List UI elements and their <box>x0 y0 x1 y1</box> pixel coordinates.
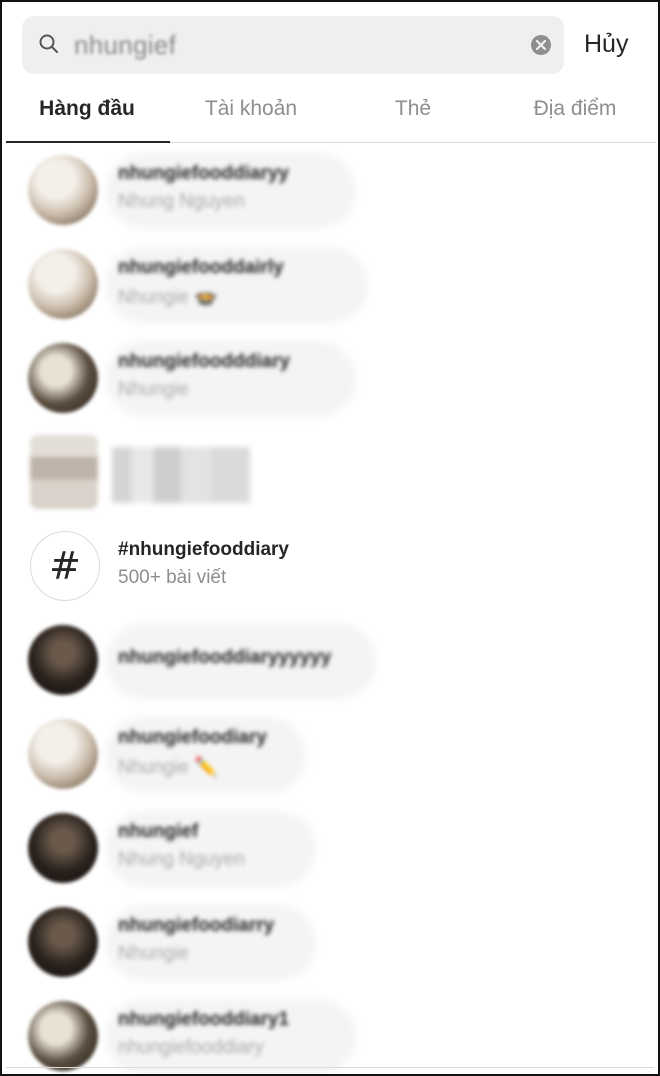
username: nhungiefoodddiary <box>118 351 291 372</box>
result-row[interactable]: nhungiefoodiary Nhungie ✏️ <box>2 707 658 801</box>
screen-frame: nhungief Hủy Hàng đầu Tài khoản Thẻ Địa … <box>0 0 660 1076</box>
hashtag-icon: # <box>30 531 100 601</box>
tab-label: Địa điểm <box>533 97 617 120</box>
avatar <box>28 155 98 225</box>
cancel-button[interactable]: Hủy <box>584 30 628 59</box>
search-input[interactable]: nhungief <box>22 16 564 74</box>
username: nhungief <box>118 821 199 842</box>
bottom-divider <box>6 1067 654 1068</box>
tab-label: Thẻ <box>394 97 432 120</box>
search-icon <box>38 33 60 55</box>
search-query-text: nhungief <box>74 30 177 60</box>
tab-places[interactable]: Địa điểm <box>494 88 656 142</box>
avatar <box>28 249 98 319</box>
result-row[interactable]: nhungiefooddiary1 nhungiefooddiary <box>2 989 658 1074</box>
tab-label: Tài khoản <box>204 97 298 120</box>
display-name: Nhung Nguyen <box>118 191 245 212</box>
tab-bar: Hàng đầu Tài khoản Thẻ Địa điểm <box>6 88 656 143</box>
search-bar: nhungief Hủy <box>2 2 658 88</box>
hashtag-row[interactable]: # #nhungiefooddiary 500+ bài viết <box>2 519 658 613</box>
username: nhungiefooddiaryy <box>118 163 289 184</box>
post-count: 500+ bài viết <box>118 567 227 588</box>
avatar <box>28 625 98 695</box>
tab-accounts[interactable]: Tài khoản <box>170 88 332 142</box>
avatar <box>28 813 98 883</box>
result-row[interactable]: nhungiefooddiaryy Nhung Nguyen <box>2 143 658 237</box>
result-row[interactable]: nhungiefoodddiary Nhungie <box>2 331 658 425</box>
avatar <box>28 1001 98 1071</box>
display-name: Nhungie <box>118 943 189 964</box>
result-row[interactable] <box>2 425 658 519</box>
clear-icon[interactable] <box>530 34 552 56</box>
username: nhungiefooddiaryyyyyy <box>118 647 332 668</box>
display-name: Nhungie ✏️ <box>118 757 218 778</box>
result-row[interactable]: nhungiefooddairly Nhungie 🍲 <box>2 237 658 331</box>
username: nhungiefoodiary <box>118 727 267 748</box>
tab-label: Hàng đầu <box>39 97 135 120</box>
result-row[interactable]: nhungief Nhung Nguyen <box>2 801 658 895</box>
result-row[interactable]: nhungiefoodiarry Nhungie <box>2 895 658 989</box>
avatar <box>30 435 98 509</box>
search-results-list: nhungiefooddiaryy Nhung Nguyen nhungiefo… <box>2 143 658 1074</box>
avatar <box>28 343 98 413</box>
display-name: Nhungie <box>118 379 189 400</box>
avatar <box>28 719 98 789</box>
avatar <box>28 907 98 977</box>
result-row[interactable]: nhungiefooddiaryyyyyy <box>2 613 658 707</box>
display-name: nhungiefooddiary <box>118 1037 264 1058</box>
display-name: Nhung Nguyen <box>118 849 245 870</box>
username: nhungiefooddiary1 <box>118 1009 289 1030</box>
hashtag-name: #nhungiefooddiary <box>118 539 289 560</box>
pixelated-redaction <box>112 447 250 503</box>
username: nhungiefooddairly <box>118 257 284 278</box>
tab-top[interactable]: Hàng đầu <box>6 88 170 143</box>
display-name: Nhungie 🍲 <box>118 287 218 308</box>
tab-tags[interactable]: Thẻ <box>332 88 494 142</box>
username: nhungiefoodiarry <box>118 915 275 936</box>
